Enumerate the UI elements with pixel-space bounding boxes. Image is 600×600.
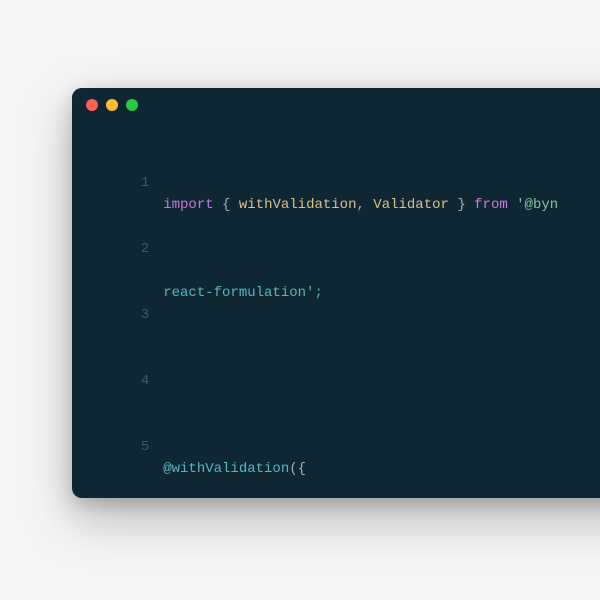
code-content: import { withValidation , Validator } fr… bbox=[163, 128, 578, 498]
minimize-icon[interactable] bbox=[106, 99, 118, 111]
string-continuation: react-formulation'; bbox=[163, 282, 323, 304]
code-line bbox=[163, 370, 558, 392]
decorator: @withValidation bbox=[163, 458, 289, 480]
zoom-icon[interactable] bbox=[126, 99, 138, 111]
brace: } bbox=[449, 194, 474, 216]
code-window: 1 2 3 4 5 6 7 8 9 10 11 12 13 14 15 16 i… bbox=[72, 88, 600, 498]
code-editor[interactable]: 1 2 3 4 5 6 7 8 9 10 11 12 13 14 15 16 i… bbox=[72, 122, 600, 498]
code-line: react-formulation'; bbox=[163, 282, 558, 304]
titlebar bbox=[72, 88, 600, 122]
identifier: withValidation bbox=[239, 194, 357, 216]
keyword-from: from bbox=[474, 194, 516, 216]
comma: , bbox=[356, 194, 373, 216]
line-number: 4 bbox=[82, 370, 149, 392]
line-number: 3 bbox=[82, 304, 149, 326]
line-number: 5 bbox=[82, 436, 149, 458]
string: '@byn bbox=[516, 194, 558, 216]
brace: { bbox=[214, 194, 239, 216]
paren-brace: ({ bbox=[289, 458, 306, 480]
line-number-gutter: 1 2 3 4 5 6 7 8 9 10 11 12 13 14 15 16 bbox=[72, 128, 163, 498]
close-icon[interactable] bbox=[86, 99, 98, 111]
code-line: @withValidation ({ bbox=[163, 458, 558, 480]
identifier: Validator bbox=[373, 194, 449, 216]
keyword-import: import bbox=[163, 194, 213, 216]
code-line: import { withValidation , Validator } fr… bbox=[163, 194, 558, 216]
line-number: 2 bbox=[82, 238, 149, 260]
line-number: 1 bbox=[82, 172, 149, 194]
